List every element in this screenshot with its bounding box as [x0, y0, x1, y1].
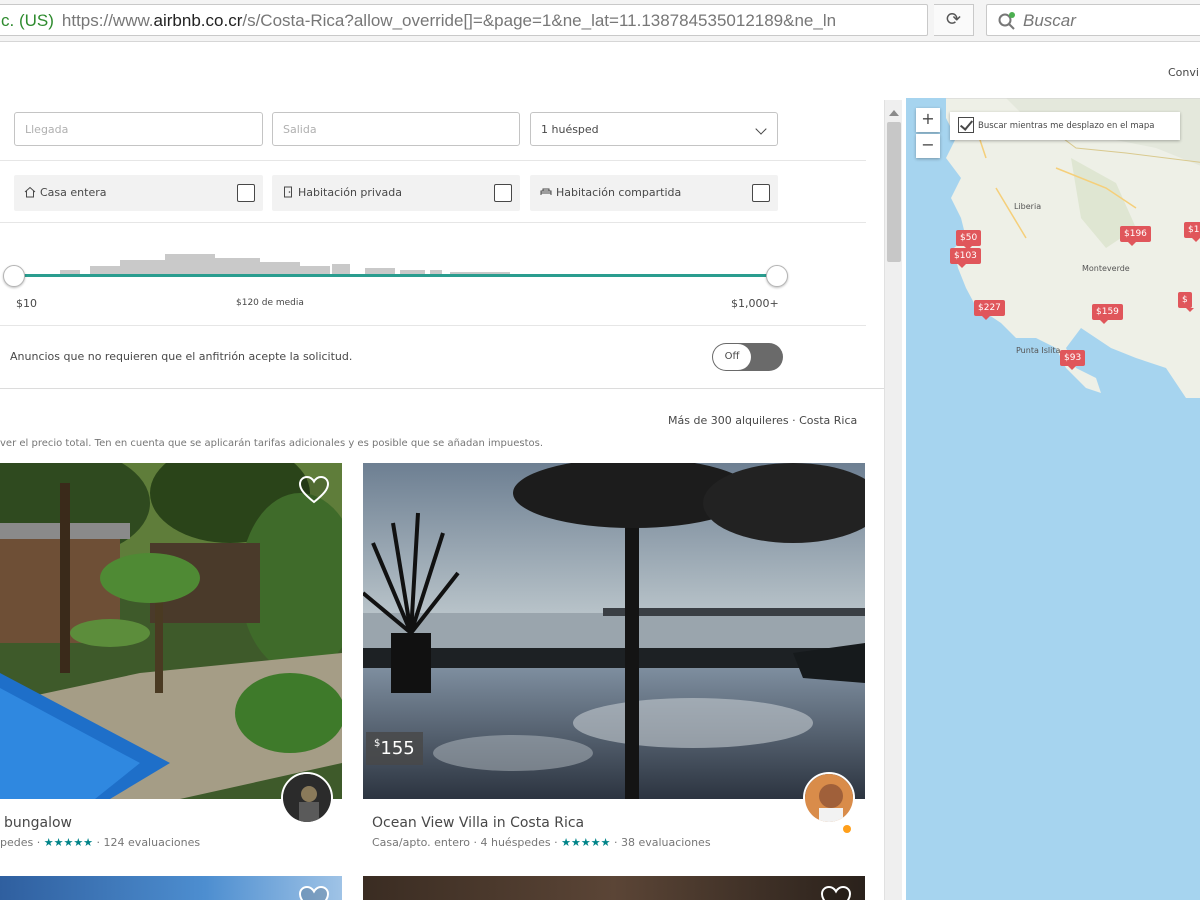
divider: [0, 325, 866, 326]
map-price-pin[interactable]: $227: [974, 300, 1005, 320]
room-type-checkbox[interactable]: [752, 184, 770, 202]
map-place-label: Monteverde: [1082, 264, 1130, 273]
histogram-bar: [300, 266, 330, 274]
instant-book-label: Anuncios que no requieren que el anfitri…: [10, 350, 353, 363]
rating-stars: ★★★★★: [43, 836, 94, 849]
browser-search-placeholder: Buscar: [1023, 11, 1076, 30]
chevron-down-icon: [755, 123, 767, 135]
listing-price-tag: $155: [366, 732, 423, 765]
price-notice: ver el precio total. Ten en cuenta que s…: [0, 438, 544, 449]
room-type-checkbox[interactable]: [494, 184, 512, 202]
listing-title[interactable]: bungalow: [4, 815, 72, 831]
zoom-out-button[interactable]: −: [916, 134, 940, 158]
listing-price: 155: [380, 738, 415, 759]
histogram-bar: [120, 260, 165, 274]
listing-title[interactable]: Ocean View Villa in Costa Rica: [372, 815, 584, 831]
room-type-label: Habitación compartida: [556, 186, 682, 199]
listing-photo[interactable]: [0, 463, 342, 799]
url-path: /s/Costa-Rica?allow_override[]=&page=1&n…: [242, 11, 837, 30]
room-type-label: Habitación privada: [298, 186, 402, 199]
map-price-pin[interactable]: $93: [1060, 350, 1086, 370]
browser-toolbar: c. (US) https://www.airbnb.co.cr/s/Costa-…: [0, 0, 1200, 42]
zoom-in-button[interactable]: +: [916, 108, 940, 132]
superhost-badge-icon: [843, 825, 851, 833]
listing-photo[interactable]: [363, 463, 865, 799]
scroll-up-arrow-icon[interactable]: [889, 110, 899, 116]
header-link[interactable]: Convi: [1168, 66, 1199, 79]
room-type-label: Casa entera: [40, 186, 107, 199]
listing-meta: pedes · ★★★★★ · 124 evaluaciones: [0, 836, 201, 849]
histogram-bar: [332, 264, 350, 274]
url-domain: airbnb.co.cr: [153, 11, 243, 30]
listing-meta: Casa/apto. entero · 4 huéspedes · ★★★★★ …: [372, 836, 711, 849]
host-avatar-image: [283, 774, 331, 822]
map-place-label: Liberia: [1014, 202, 1042, 211]
url-prefix: https://www.: [61, 11, 154, 30]
listing-photo-image: [363, 463, 865, 799]
map-price-pin[interactable]: $50: [956, 230, 982, 250]
review-count: 38 evaluaciones: [620, 836, 711, 849]
instant-book-toggle[interactable]: Off: [712, 343, 783, 371]
room-type-entire-home[interactable]: Casa entera: [14, 175, 263, 211]
divider: [0, 160, 866, 161]
review-count: 124 evaluaciones: [103, 836, 201, 849]
room-type-private-room[interactable]: Habitación privada: [272, 175, 520, 211]
map-price-pin[interactable]: $1: [1184, 222, 1200, 242]
map-price-pin[interactable]: $: [1178, 292, 1194, 312]
map-price-pin[interactable]: $196: [1120, 226, 1151, 246]
heart-icon[interactable]: [298, 884, 330, 900]
price-max-label: $1,000+: [731, 297, 779, 310]
address-bar[interactable]: c. (US) https://www.airbnb.co.cr/s/Costa-…: [0, 4, 928, 36]
reload-icon: ⟳: [945, 9, 962, 30]
search-as-map-moves-toggle[interactable]: Buscar mientras me desplazo en el mapa: [950, 112, 1180, 140]
divider: [0, 388, 884, 389]
price-min-label: $10: [16, 297, 37, 310]
map[interactable]: + − Buscar mientras me desplazo en el ma…: [906, 98, 1200, 900]
listing-photo[interactable]: [363, 876, 865, 900]
price-average-label: $120 de media: [236, 298, 304, 308]
listing-photo[interactable]: [0, 876, 342, 900]
map-price-pin[interactable]: $103: [950, 248, 981, 268]
guests-select-value: 1 huésped: [541, 123, 599, 136]
heart-icon[interactable]: [298, 474, 330, 506]
home-icon: [24, 186, 36, 198]
host-avatar[interactable]: [281, 772, 333, 824]
map-land-image: [946, 98, 1200, 398]
histogram-bar: [260, 262, 300, 274]
price-slider-max-handle[interactable]: [766, 265, 788, 287]
door-icon: [284, 186, 292, 198]
room-type-checkbox[interactable]: [237, 184, 255, 202]
search-icon: [998, 12, 1015, 30]
listing-type: Casa/apto. entero · 4 huéspedes ·: [372, 836, 558, 849]
search-as-map-moves-checkbox[interactable]: [958, 117, 974, 133]
toggle-state-label: Off: [713, 344, 751, 370]
results-scrollbar[interactable]: [884, 100, 902, 900]
histogram-bar: [215, 258, 260, 274]
map-place-label: Punta Islita: [1016, 346, 1061, 355]
checkin-input[interactable]: Llegada: [14, 112, 263, 146]
rating-stars: ★★★★★: [561, 836, 611, 849]
reload-button[interactable]: ⟳: [934, 4, 974, 36]
checkout-input[interactable]: Salida: [272, 112, 520, 146]
host-avatar[interactable]: [803, 772, 855, 824]
divider: [0, 222, 866, 223]
price-slider-track[interactable]: [14, 274, 777, 277]
listing-type: pedes ·: [0, 836, 41, 849]
scrollbar-thumb[interactable]: [887, 122, 901, 262]
price-slider-min-handle[interactable]: [3, 265, 25, 287]
shared-room-icon: [540, 188, 552, 195]
heart-icon[interactable]: [820, 884, 852, 900]
map-price-pin[interactable]: $159: [1092, 304, 1123, 324]
search-as-map-moves-label: Buscar mientras me desplazo en el mapa: [978, 121, 1155, 131]
histogram-bar: [165, 254, 215, 274]
results-count: Más de 300 alquileres · Costa Rica: [668, 414, 858, 427]
browser-search-input[interactable]: Buscar: [986, 4, 1200, 36]
listing-photo-image: [0, 463, 342, 799]
room-type-shared-room[interactable]: Habitación compartida: [530, 175, 778, 211]
screen: c. (US) https://www.airbnb.co.cr/s/Costa-…: [0, 0, 1200, 900]
histogram-bar: [90, 266, 120, 274]
guests-select[interactable]: 1 huésped: [530, 112, 778, 146]
host-avatar-image: [805, 774, 853, 822]
ev-certificate-label[interactable]: c. (US): [1, 11, 54, 30]
